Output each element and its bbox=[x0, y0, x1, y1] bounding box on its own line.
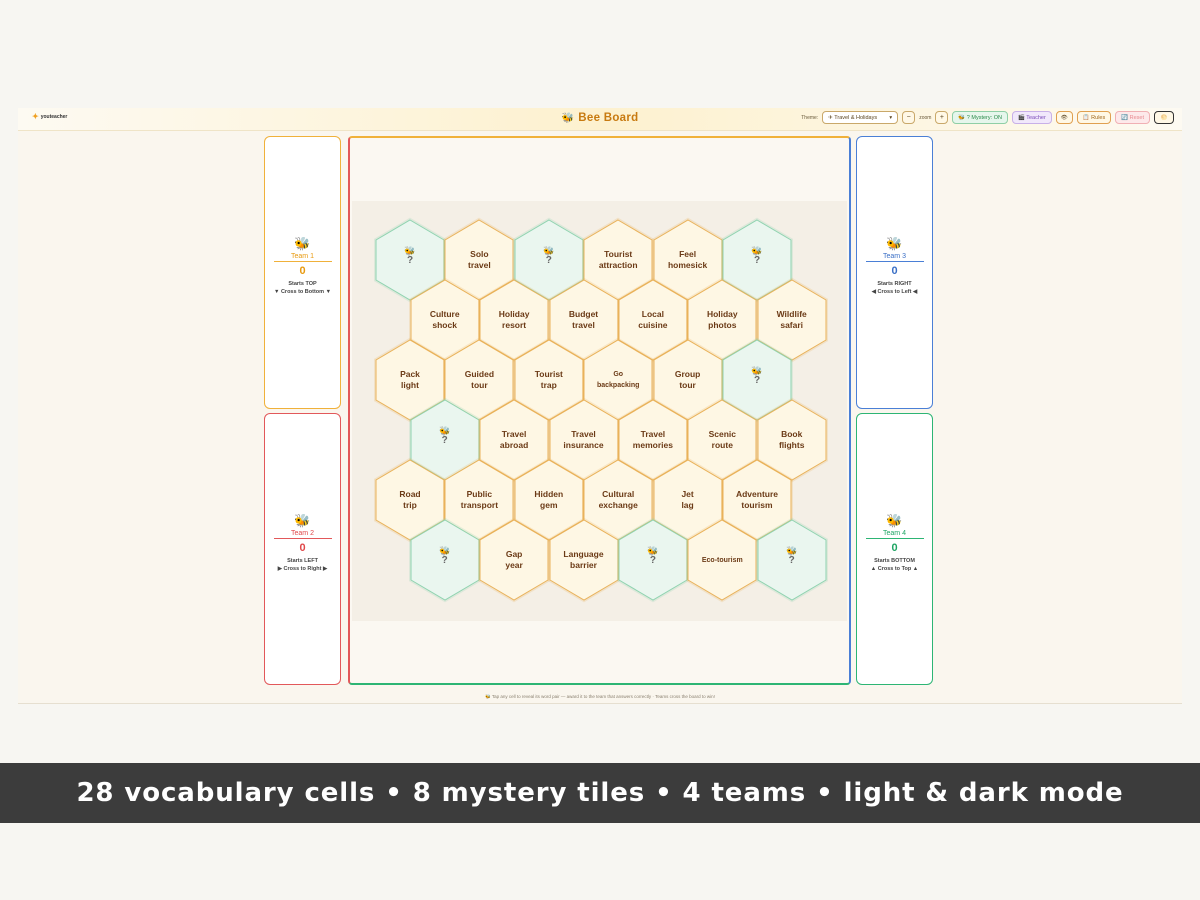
top-bar: ✦ youteacher 🐝 Bee Board Theme: ✈ Travel … bbox=[18, 108, 1182, 131]
theme-label: Theme: bbox=[801, 114, 819, 121]
team-divider bbox=[865, 261, 924, 262]
vocab-cell[interactable]: Language barrier bbox=[547, 517, 620, 603]
mystery-toggle-button[interactable]: 🐝 ? Mystery: ON bbox=[952, 111, 1008, 124]
zoom-in-button[interactable]: + bbox=[935, 111, 949, 124]
eye-icon[interactable]: 👁 bbox=[1055, 111, 1073, 124]
page-title-text: Bee Board bbox=[578, 112, 639, 124]
bee-icon: 🐝 bbox=[294, 513, 311, 528]
team-cross-text: ▼ Cross to Bottom ▼ bbox=[273, 289, 332, 295]
zoom-label: zoom bbox=[919, 114, 932, 121]
team-cross-text: ◀ Cross to Left ◀ bbox=[871, 289, 918, 295]
team-score: 0 bbox=[891, 265, 898, 277]
team-start-text: Starts BOTTOM bbox=[874, 558, 915, 564]
mystery-mark: 🐝? bbox=[617, 546, 689, 566]
mystery-mark: 🐝? bbox=[409, 546, 481, 566]
mystery-mark: 🐝? bbox=[721, 366, 793, 386]
team-cross-text: ▶ Cross to Right ▶ bbox=[277, 566, 328, 572]
rules-button[interactable]: 📋 Rules bbox=[1076, 111, 1112, 124]
feature-banner: 28 vocabulary cells • 8 mystery tiles • … bbox=[0, 763, 1200, 823]
team-3-panel: 🐝 Team 3 0 Starts RIGHT ◀ Cross to Left … bbox=[856, 136, 933, 409]
question-mark-icon: ? bbox=[441, 435, 448, 446]
team-score: 0 bbox=[299, 542, 306, 554]
footer-hint: 🐝 Tap any cell to reveal its word pair —… bbox=[485, 694, 715, 699]
team-score: 0 bbox=[891, 542, 898, 554]
team-divider bbox=[273, 538, 332, 539]
theme-value: ✈ Travel & Holidays bbox=[828, 114, 878, 121]
mystery-tile[interactable]: 🐝? bbox=[755, 517, 828, 603]
team-name: Team 1 bbox=[291, 253, 314, 260]
team-2-panel: 🐝 Team 2 0 Starts LEFT ▶ Cross to Right … bbox=[264, 413, 341, 685]
question-mark-icon: ? bbox=[441, 555, 448, 566]
team-name: Team 4 bbox=[883, 530, 906, 537]
chevron-down-icon: ▾ bbox=[889, 114, 893, 121]
vocab-cell-label: Gap year bbox=[505, 549, 523, 570]
question-mark-icon: ? bbox=[753, 375, 761, 386]
team-1-panel: 🐝 Team 1 0 Starts TOP ▼ Cross to Bottom … bbox=[264, 136, 341, 409]
team-4-panel: 🐝 Team 4 0 Starts BOTTOM ▲ Cross to Top … bbox=[856, 413, 933, 685]
vocab-cell-label: Eco-tourism bbox=[701, 556, 743, 564]
app-window: ✦ youteacher 🐝 Bee Board Theme: ✈ Travel … bbox=[18, 108, 1182, 704]
dark-mode-toggle-icon[interactable]: 🌕 bbox=[1154, 111, 1174, 124]
team-divider bbox=[865, 538, 924, 539]
mystery-mark: 🐝? bbox=[756, 546, 828, 566]
team-cross-text: ▲ Cross to Top ▲ bbox=[870, 566, 919, 572]
vocab-cell[interactable]: Gap year bbox=[478, 517, 551, 603]
question-mark-icon: ? bbox=[788, 555, 795, 566]
hex-grid: 🐝? Solo travel 🐝? Tourist attraction Feel ho… bbox=[352, 201, 847, 621]
game-board-frame: 🐝? Solo travel 🐝? Tourist attraction Feel ho… bbox=[348, 136, 851, 685]
team-score: 0 bbox=[299, 265, 306, 277]
mystery-tile[interactable]: 🐝? bbox=[408, 517, 481, 603]
toolbar: Theme: ✈ Travel & Holidays ▾ − zoom + 🐝 … bbox=[801, 111, 1174, 124]
mystery-tile[interactable]: 🐝? bbox=[616, 517, 689, 603]
bee-icon: 🐝 bbox=[886, 513, 903, 528]
zoom-out-button[interactable]: − bbox=[902, 111, 916, 124]
mystery-mark: 🐝? bbox=[721, 246, 793, 266]
bee-icon: 🐝 bbox=[561, 113, 575, 124]
teacher-button[interactable]: 🎬 Teacher bbox=[1011, 111, 1052, 124]
team-start-text: Starts LEFT bbox=[287, 558, 318, 564]
question-mark-icon: ? bbox=[753, 255, 761, 266]
theme-select[interactable]: ✈ Travel & Holidays ▾ bbox=[822, 111, 899, 124]
team-start-text: Starts TOP bbox=[288, 281, 317, 287]
vocab-cell[interactable]: Eco-tourism bbox=[686, 517, 759, 603]
team-divider bbox=[273, 261, 332, 262]
mystery-mark: 🐝? bbox=[409, 426, 481, 446]
mystery-mark: 🐝? bbox=[374, 246, 446, 266]
team-start-text: Starts RIGHT bbox=[877, 281, 912, 287]
question-mark-icon: ? bbox=[649, 555, 656, 566]
question-mark-icon: ? bbox=[545, 255, 552, 266]
reset-button[interactable]: 🔄 Reset bbox=[1115, 111, 1150, 124]
team-name: Team 3 bbox=[883, 253, 906, 260]
mystery-mark: 🐝? bbox=[513, 246, 585, 266]
bee-icon: 🐝 bbox=[886, 236, 903, 251]
team-name: Team 2 bbox=[291, 530, 314, 537]
game-board: 🐝? Solo travel 🐝? Tourist attraction Feel ho… bbox=[352, 201, 847, 621]
bee-icon: 🐝 bbox=[294, 236, 311, 251]
question-mark-icon: ? bbox=[406, 255, 414, 266]
vocab-cell-label: Language barrier bbox=[563, 549, 604, 570]
